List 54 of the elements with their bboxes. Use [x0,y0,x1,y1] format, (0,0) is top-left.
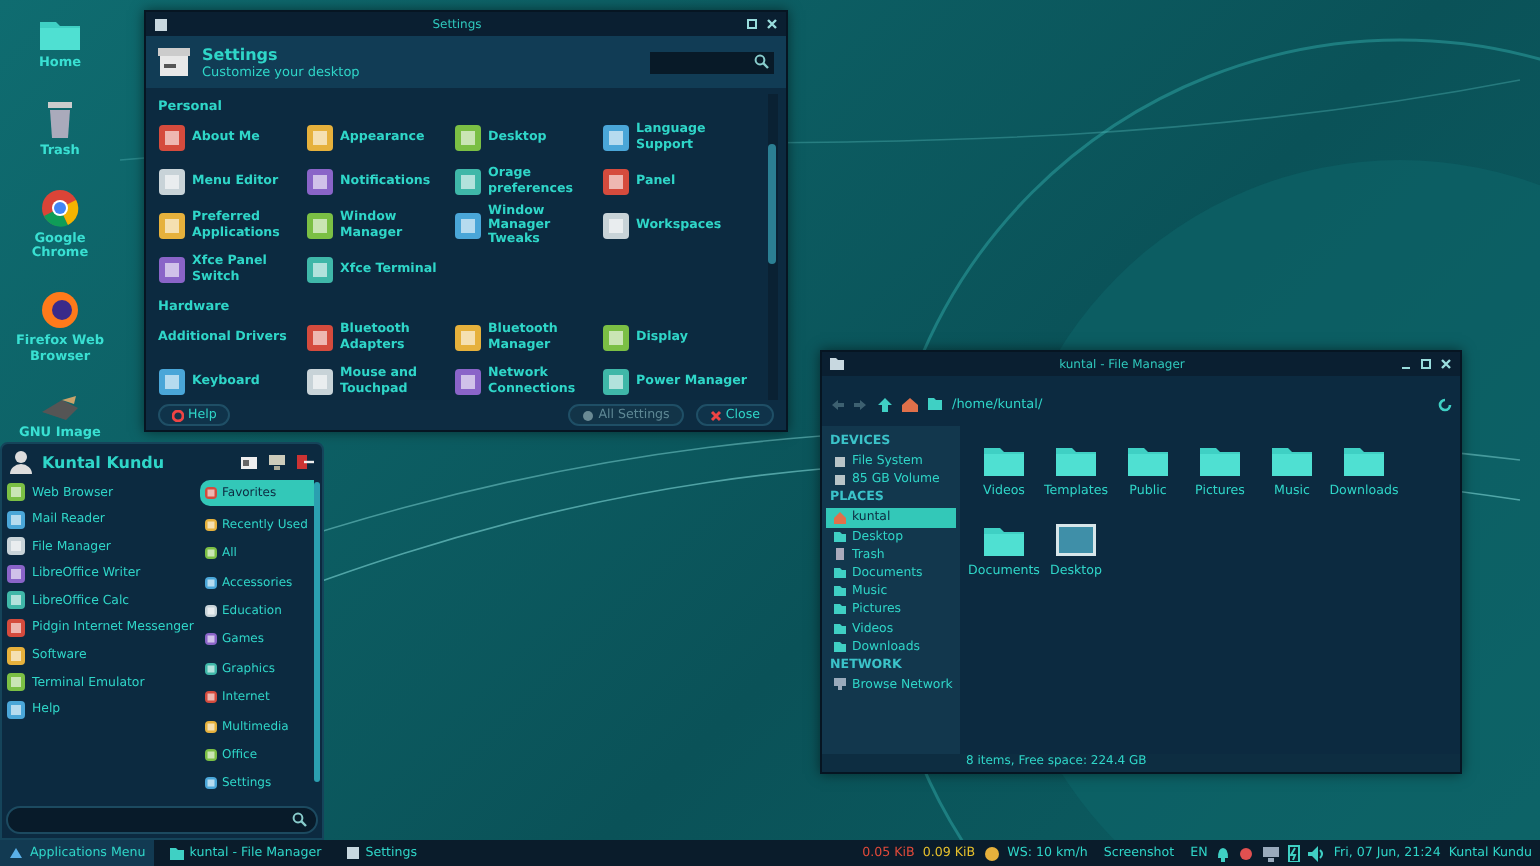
app-icon [6,482,26,502]
screen-icon [1054,522,1098,558]
scrollbar-thumb[interactable] [768,144,776,264]
folder-icon [928,398,942,410]
home-icon [834,511,846,524]
folder-icon [1270,442,1314,478]
speaker-icon[interactable] [1307,845,1326,861]
folder-icon [1126,442,1170,478]
folder-icon[interactable] [38,16,82,52]
app-icon [6,590,26,611]
battery-icon[interactable] [1287,844,1300,862]
app-icon [6,672,26,693]
search-icon [292,812,308,828]
monitor-icon[interactable] [1261,845,1280,861]
home-icon[interactable] [902,397,918,411]
app-icon [6,645,26,666]
search-icon [754,54,770,70]
folder-icon [1198,442,1242,478]
folder-icon [1054,442,1098,478]
close-icon[interactable] [1440,358,1452,370]
trash-icon[interactable] [44,99,76,140]
window-icon [154,17,168,31]
logout-icon[interactable] [296,454,314,470]
app-icon [6,536,26,557]
window-icon [345,846,360,860]
network-icon [834,678,846,691]
close-icon[interactable] [766,18,778,30]
header-title: Settings [202,45,280,63]
app-icon [6,563,26,584]
cross-icon [709,409,722,421]
app-icon [6,617,26,638]
maximize-icon[interactable] [1420,358,1432,370]
folder-icon [982,442,1026,478]
scrollbar-thumb[interactable] [314,482,320,782]
app-icon [6,509,26,530]
folder-icon [169,847,184,859]
user-icon [10,450,32,474]
search-field[interactable] [6,806,318,834]
lifebuoy-icon [172,409,184,421]
monitor-icon[interactable] [268,454,286,470]
search-field[interactable] [650,51,774,73]
folder-icon [1342,442,1386,478]
id-card-icon[interactable] [240,455,258,469]
folder-icon [830,358,844,370]
reload-icon[interactable] [1438,397,1452,411]
folder-icon [982,522,1026,558]
trash-icon [834,548,846,561]
user-name: Kuntal Kundu [42,453,167,471]
maximize-icon[interactable] [746,18,758,30]
bell-icon[interactable] [1215,845,1230,861]
up-arrow-icon[interactable] [878,397,892,411]
app-icon [6,699,26,720]
settings-icon [158,48,190,76]
category-icon [204,486,218,500]
